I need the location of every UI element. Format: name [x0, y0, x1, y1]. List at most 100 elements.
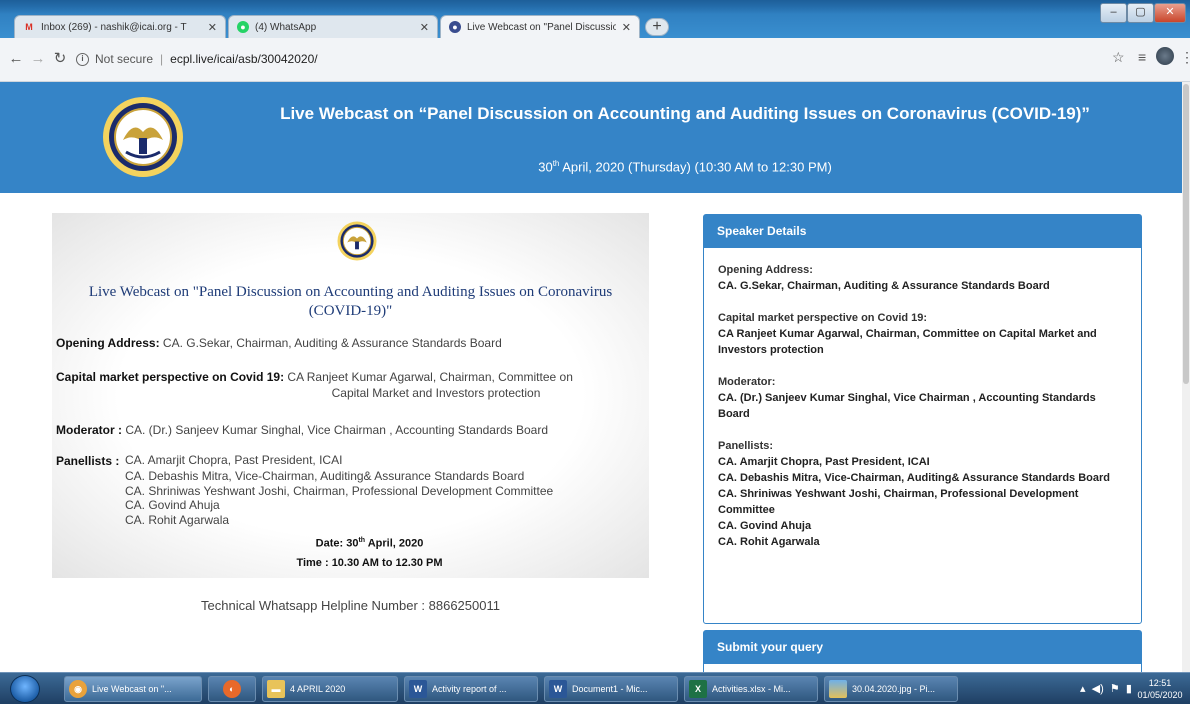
flyer-moderator: Moderator : CA. (Dr.) Sanjeev Kumar Sing… — [56, 422, 646, 438]
speaker-panellist: CA. Govind Ahuja — [718, 520, 812, 532]
star-icon[interactable]: ☆ — [1112, 49, 1125, 66]
taskbar-item-picture[interactable]: 30.04.2020.jpg - Pi... — [824, 676, 958, 702]
flyer-opening-label: Opening Address: — [56, 336, 160, 350]
close-icon[interactable]: ✕ — [208, 21, 217, 34]
profile-avatar[interactable] — [1156, 47, 1174, 65]
taskbar-item-label: Document1 - Mic... — [572, 684, 648, 694]
folder-icon: ▬ — [267, 680, 285, 698]
browser-toolbar: ← → ↻ i Not secure | ecpl.live/icai/asb/… — [0, 38, 1190, 82]
flyer-capital-label: Capital market perspective on Covid 19: — [56, 370, 285, 384]
network-icon[interactable]: ▮ — [1126, 683, 1132, 695]
firefox-icon: ◐ — [223, 680, 241, 698]
reload-icon[interactable]: ↻ — [50, 49, 70, 69]
taskbar-item-word-document[interactable]: W Document1 - Mic... — [544, 676, 678, 702]
speaker-capital-value: CA Ranjeet Kumar Agarwal, Chairman, Comm… — [718, 328, 1097, 356]
speaker-panellist: CA. Rohit Agarwala — [718, 536, 820, 548]
taskbar-item-word-activity[interactable]: W Activity report of ... — [404, 676, 538, 702]
page-scrollbar[interactable] — [1182, 82, 1190, 672]
tab-title: Live Webcast on "Panel Discussio — [467, 21, 616, 33]
taskbar-item-excel[interactable]: X Activities.xlsx - Mi... — [684, 676, 818, 702]
helpline-text: Technical Whatsapp Helpline Number : 886… — [201, 598, 500, 613]
icai-logo-small — [337, 221, 377, 261]
minimize-button[interactable]: ‒ — [1100, 3, 1127, 23]
taskbar-item-label: 30.04.2020.jpg - Pi... — [852, 684, 936, 694]
tray-arrow-icon[interactable]: ▴ — [1080, 683, 1086, 695]
speaker-panellist: CA. Shriniwas Yeshwant Joshi, Chairman, … — [718, 488, 1079, 516]
window-close-button[interactable]: ✕ — [1154, 3, 1186, 23]
flyer-capital-value: CA Ranjeet Kumar Agarwal, Chairman, Comm… — [284, 370, 573, 384]
page-title: Live Webcast on “Panel Discussion on Acc… — [280, 104, 1090, 123]
flyer-panellists-label: Panellists : — [56, 454, 120, 468]
tab-gmail[interactable]: M Inbox (269) - nashik@icai.org - T ✕ — [14, 15, 226, 38]
back-arrow-icon[interactable]: ← — [6, 49, 26, 69]
speaker-moderator-label: Moderator: — [718, 376, 776, 388]
flyer-moderator-value: CA. (Dr.) Sanjeev Kumar Singhal, Vice Ch… — [122, 423, 548, 437]
tab-live-webcast[interactable]: ● Live Webcast on "Panel Discussio ✕ — [440, 15, 640, 38]
excel-icon: X — [689, 680, 707, 698]
url-text: ecpl.live/icai/asb/30042020/ — [170, 52, 318, 66]
taskbar-clock[interactable]: 12:51 01/05/2020 — [1134, 677, 1186, 701]
icai-logo — [103, 97, 183, 177]
close-icon[interactable]: ✕ — [420, 21, 429, 34]
flyer-panellist: CA. Amarjit Chopra, Past President, ICAI — [125, 453, 343, 467]
speaker-opening-value: CA. G.Sekar, Chairman, Auditing & Assura… — [718, 280, 1050, 292]
address-bar[interactable]: i Not secure | ecpl.live/icai/asb/300420… — [76, 47, 1076, 71]
info-icon[interactable]: i — [76, 52, 89, 66]
taskbar-item-firefox[interactable]: ◐ — [208, 676, 256, 702]
chrome-icon: ◉ — [69, 680, 87, 698]
windows-taskbar: ◉ Live Webcast on "... ◐ ▬ 4 APRIL 2020 … — [0, 672, 1190, 704]
scrollbar-thumb[interactable] — [1183, 84, 1189, 384]
flyer-opening: Opening Address: CA. G.Sekar, Chairman, … — [56, 335, 646, 351]
tab-title: (4) WhatsApp — [255, 21, 317, 33]
submit-query-panel: Submit your query — [703, 630, 1142, 672]
webpage: Live Webcast on “Panel Discussion on Acc… — [0, 82, 1190, 672]
submit-query-heading: Submit your query — [704, 631, 1141, 664]
flyer-time: Time : 10.30 AM to 12.30 PM — [296, 557, 443, 569]
security-label: Not secure — [95, 52, 154, 66]
flyer-date: Date: 30th April, 2020 — [52, 537, 687, 550]
event-flyer: Live Webcast on "Panel Discussion on Acc… — [52, 213, 649, 578]
flyer-panellist-list: CA. Amarjit Chopra, Past President, ICAI — [125, 453, 342, 468]
speaker-panellists-label: Panellists: — [718, 440, 774, 452]
clock-time: 12:51 — [1148, 678, 1172, 688]
taskbar-item-chrome[interactable]: ◉ Live Webcast on "... — [64, 676, 202, 702]
taskbar-item-label: Activities.xlsx - Mi... — [712, 684, 791, 694]
date-rest: April, 2020 (Thursday) (10:30 AM to 12:3… — [559, 159, 832, 175]
flyer-panellist: CA. Rohit Agarwala — [125, 512, 230, 527]
flyer-opening-value: CA. G.Sekar, Chairman, Auditing & Assura… — [159, 336, 502, 350]
tab-title: Inbox (269) - nashik@icai.org - T — [41, 21, 187, 33]
flyer-panellist: CA. Debashis Mitra, Vice-Chairman, Audit… — [125, 469, 525, 483]
tab-whatsapp[interactable]: ● (4) WhatsApp ✕ — [228, 15, 438, 38]
word-icon: W — [409, 680, 427, 698]
speaker-details-panel: Speaker Details Opening Address: CA. G.S… — [703, 214, 1142, 624]
taskbar-item-label: Activity report of ... — [432, 684, 507, 694]
speaker-panellist: CA. Debashis Mitra, Vice-Chairman, Audit… — [718, 472, 1111, 484]
start-button[interactable] — [10, 675, 40, 703]
address-separator: | — [160, 52, 164, 66]
speaker-capital-label: Capital market perspective on Covid 19: — [718, 312, 928, 324]
whatsapp-icon: ● — [237, 21, 249, 33]
maximize-button[interactable]: ▢ — [1127, 3, 1154, 23]
menu-kebab-icon[interactable]: ⋮ — [1180, 49, 1190, 66]
picture-icon — [829, 680, 847, 698]
flyer-title: Live Webcast on "Panel Discussion on Acc… — [88, 284, 613, 319]
speaker-details-body: Opening Address: CA. G.Sekar, Chairman, … — [704, 248, 1141, 550]
event-date: 30th April, 2020 (Thursday) (10:30 AM to… — [270, 159, 1100, 174]
volume-icon[interactable]: ◀) — [1092, 683, 1104, 695]
taskbar-item-label: 4 APRIL 2020 — [290, 684, 346, 694]
new-tab-button[interactable]: + — [645, 18, 669, 36]
forward-arrow-icon[interactable]: → — [28, 49, 48, 69]
close-icon[interactable]: ✕ — [622, 21, 631, 34]
page-header: Live Webcast on “Panel Discussion on Acc… — [0, 82, 1182, 193]
flyer-capital: Capital market perspective on Covid 19: … — [56, 369, 646, 401]
taskbar-item-folder[interactable]: ▬ 4 APRIL 2020 — [262, 676, 398, 702]
speaker-moderator-value: CA. (Dr.) Sanjeev Kumar Singhal, Vice Ch… — [718, 392, 1096, 420]
icai-icon: ● — [449, 21, 461, 33]
system-tray: ▴ ◀) ⚑ ▮ — [1080, 682, 1132, 695]
flyer-panellist-list-rest: CA. Debashis Mitra, Vice-Chairman, Audit… — [125, 469, 553, 527]
flag-icon[interactable]: ⚑ — [1110, 683, 1120, 695]
reading-list-icon[interactable]: ≡ — [1138, 49, 1146, 65]
